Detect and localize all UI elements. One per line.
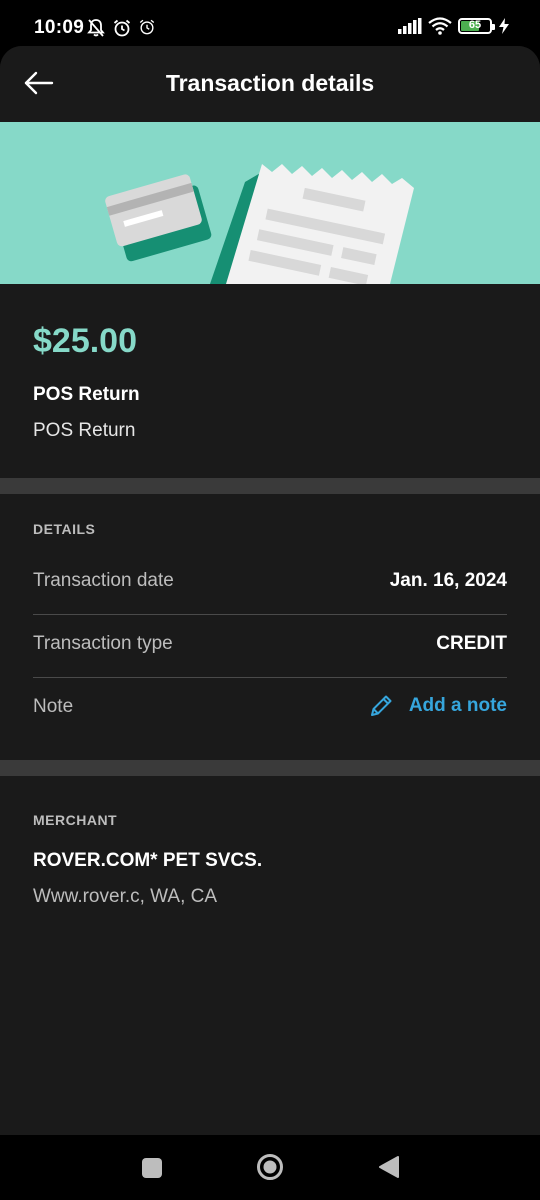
battery-icon: 65 — [458, 18, 495, 34]
transaction-amount: $25.00 — [33, 322, 137, 360]
detail-row-transaction-type: Transaction type CREDIT — [33, 615, 507, 678]
detail-row-transaction-date: Transaction date Jan. 16, 2024 — [33, 552, 507, 615]
status-right-icons: 65 — [398, 17, 510, 35]
status-time: 10:09 — [34, 17, 85, 38]
add-note-button[interactable]: Add a note — [367, 692, 507, 720]
status-bar: 10:09 65 — [0, 0, 540, 46]
hero-illustration — [0, 122, 540, 284]
detail-label: Transaction type — [33, 633, 173, 654]
app-header: Transaction details — [0, 46, 540, 122]
status-left-icons — [86, 18, 156, 38]
transaction-description-primary: POS Return — [33, 384, 140, 405]
pencil-icon — [370, 695, 392, 716]
battery-level: 65 — [468, 19, 482, 31]
details-section: DETAILS Transaction date Jan. 16, 2024 T… — [0, 494, 540, 760]
app-screen: Transaction details $25.00 POS Return PO… — [0, 46, 540, 1135]
section-divider — [0, 478, 540, 494]
detail-value: Jan. 16, 2024 — [389, 570, 507, 591]
recents-square-icon[interactable] — [141, 1157, 163, 1179]
wifi-icon — [428, 17, 452, 35]
merchant-section: MERCHANT ROVER.COM* PET SVCS. Www.rover.… — [0, 776, 540, 1135]
transaction-description-secondary: POS Return — [33, 420, 136, 441]
merchant-section-label: MERCHANT — [33, 812, 118, 828]
signal-icon — [398, 18, 422, 34]
charging-bolt-icon — [499, 18, 509, 34]
add-note-label: Add a note — [408, 695, 507, 716]
alarm-icon — [139, 19, 155, 35]
home-circle-icon[interactable] — [256, 1153, 284, 1181]
merchant-location: Www.rover.c, WA, CA — [33, 886, 218, 907]
system-nav-bar — [0, 1135, 540, 1200]
section-divider — [0, 760, 540, 776]
detail-row-note: Note Add a note — [33, 678, 507, 741]
transaction-summary: $25.00 POS Return POS Return — [0, 284, 540, 478]
merchant-name: ROVER.COM* PET SVCS. — [33, 850, 263, 871]
detail-label: Note — [33, 696, 74, 717]
back-triangle-icon[interactable] — [378, 1155, 400, 1179]
notifications-off-icon — [87, 19, 105, 37]
details-section-label: DETAILS — [33, 521, 96, 537]
detail-value: CREDIT — [436, 633, 507, 654]
page-title: Transaction details — [165, 70, 375, 96]
alarm-icon — [113, 19, 131, 37]
detail-label: Transaction date — [33, 570, 174, 591]
receipt-card-illustration — [105, 164, 414, 284]
